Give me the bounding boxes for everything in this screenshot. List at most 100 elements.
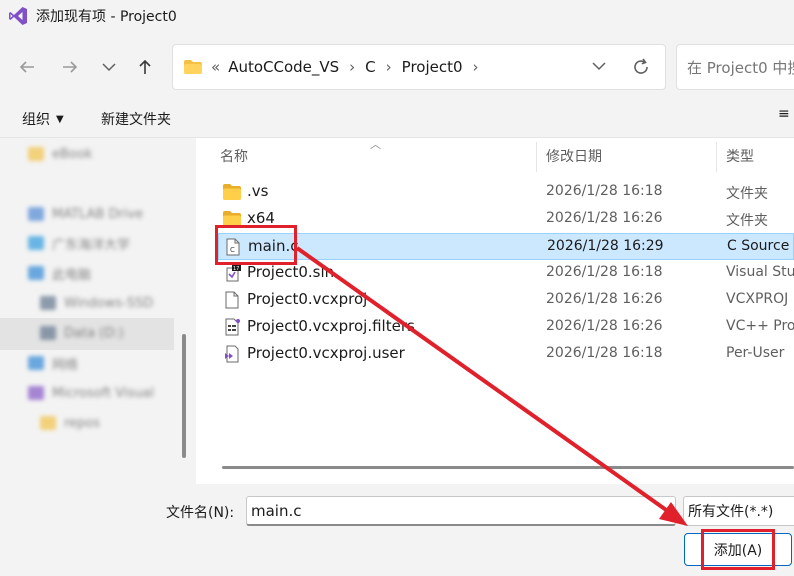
file-name: Project0.vcxproj.filters	[247, 317, 415, 335]
breadcrumb-project0[interactable]: Project0	[402, 58, 463, 76]
column-header-modified[interactable]: 修改日期	[546, 146, 602, 166]
navigation-pane: eBook MATLAB Drive 广东海洋大学 此电脑 Windows-SS…	[0, 138, 196, 484]
folder-icon	[184, 60, 202, 74]
column-header-type[interactable]: 类型	[726, 146, 754, 166]
file-date: 2026/1/28 16:29	[547, 238, 664, 254]
file-type: 文件夹	[726, 186, 768, 202]
filter-value: 所有文件(*.*)	[688, 504, 774, 520]
network-icon	[28, 356, 44, 370]
add-button[interactable]: 添加(A)	[684, 533, 792, 566]
sidebar-item-this-pc[interactable]: 此电脑	[28, 260, 91, 286]
folder-icon	[223, 211, 241, 227]
folder-icon	[28, 147, 44, 161]
cloud-icon	[28, 207, 44, 221]
file-row-vs[interactable]: .vs 2026/1/28 16:18 文件夹	[218, 179, 794, 206]
more-options-icon[interactable]: ≡	[778, 106, 790, 122]
sidebar-item-ebook[interactable]: eBook	[28, 141, 92, 167]
dialog-footer: 文件名(N): main.c 所有文件(*.*) 添加(A)	[0, 484, 794, 576]
cloud-icon	[28, 236, 44, 250]
column-headers: ︿ 名称 修改日期 类型	[196, 138, 794, 174]
address-history-icon[interactable]	[591, 59, 607, 73]
folder-icon	[223, 184, 241, 200]
horizontal-scrollbar[interactable]	[222, 466, 794, 469]
file-date: 2026/1/28 16:26	[546, 318, 663, 334]
visual-studio-icon	[28, 386, 44, 400]
file-name: .vs	[247, 182, 269, 200]
file-date: 2026/1/28 16:18	[546, 183, 663, 199]
sidebar-item-microsoft-visual[interactable]: Microsoft Visual	[28, 380, 154, 406]
file-type: VC++ Pro	[726, 318, 794, 334]
file-date: 2026/1/28 16:26	[546, 210, 663, 226]
search-input[interactable]: 在 Project0 中搜	[676, 44, 794, 90]
file-row-project0-vcxproj-user[interactable]: Project0.vcxproj.user 2026/1/28 16:18 Pe…	[218, 341, 794, 368]
column-header-name[interactable]: 名称	[220, 146, 248, 166]
filename-label: 文件名(N):	[166, 505, 235, 521]
file-type: 文件夹	[726, 213, 768, 229]
title-bar: 添加现有项 - Project0	[0, 0, 794, 32]
search-placeholder: 在 Project0 中搜	[687, 58, 794, 77]
back-button[interactable]	[14, 54, 40, 80]
recent-locations-button[interactable]	[96, 54, 122, 80]
refresh-icon[interactable]	[631, 57, 651, 77]
file-row-project0-sln[interactable]: 17 Project0.sln 2026/1/28 16:18 Visual S…	[218, 260, 794, 287]
file-date: 2026/1/28 16:26	[546, 291, 663, 307]
address-bar[interactable]: « AutoCCode_VS › C › Project0 ›	[172, 44, 666, 90]
file-type: Per-User	[726, 345, 785, 361]
svg-text:17: 17	[233, 266, 239, 272]
svg-text:C: C	[230, 246, 235, 254]
file-name: Project0.vcxproj	[247, 290, 368, 308]
up-button[interactable]	[132, 54, 158, 80]
c-source-file-icon: C	[226, 238, 240, 256]
breadcrumb-separator[interactable]: ›	[349, 58, 355, 76]
command-bar: 组织 ▼ 新建文件夹 ≡	[0, 98, 794, 138]
file-row-project0-vcxproj-filters[interactable]: Project0.vcxproj.filters 2026/1/28 16:26…	[218, 314, 794, 341]
sidebar-item-matlab-drive[interactable]: MATLAB Drive	[28, 201, 143, 227]
file-row-x64[interactable]: x64 2026/1/28 16:26 文件夹	[218, 206, 794, 233]
arrow-left-icon	[19, 61, 34, 73]
filters-file-icon	[225, 318, 240, 336]
computer-icon	[28, 266, 44, 280]
sidebar-item-university[interactable]: 广东海洋大学	[28, 230, 130, 256]
filename-input[interactable]: main.c	[246, 496, 676, 526]
file-name: Project0.sln	[247, 263, 335, 281]
folder-icon	[40, 416, 56, 430]
blank-file-icon	[225, 291, 239, 309]
sidebar-item-data-drive[interactable]: Data (D:)	[40, 320, 124, 346]
filename-value: main.c	[251, 501, 302, 520]
file-type-filter[interactable]: 所有文件(*.*)	[683, 496, 794, 526]
breadcrumb-separator[interactable]: ›	[473, 58, 479, 76]
breadcrumb-c[interactable]: C	[365, 58, 375, 76]
sort-ascending-icon: ︿	[370, 138, 381, 151]
organize-menu-button[interactable]: 组织 ▼	[22, 109, 64, 129]
new-folder-button[interactable]: 新建文件夹	[101, 109, 171, 129]
sidebar-item-repos[interactable]: repos	[40, 410, 100, 436]
file-name: main.c	[248, 237, 299, 255]
column-divider[interactable]	[536, 142, 537, 172]
visual-studio-icon	[9, 7, 27, 25]
sidebar-scrollbar[interactable]	[182, 334, 186, 458]
file-row-main-c[interactable]: C main.c 2026/1/28 16:29 C Source	[218, 233, 794, 260]
breadcrumb-separator[interactable]: ›	[386, 58, 392, 76]
file-date: 2026/1/28 16:18	[546, 264, 663, 280]
file-row-project0-vcxproj[interactable]: Project0.vcxproj 2026/1/28 16:26 VCXPROJ	[218, 287, 794, 314]
drive-icon	[40, 296, 56, 310]
caret-down-icon: ▼	[56, 114, 64, 125]
sidebar-item-windows-ssd[interactable]: Windows-SSD	[40, 290, 153, 316]
vs-user-file-icon	[225, 345, 239, 363]
breadcrumb-overflow[interactable]: «	[211, 58, 220, 76]
file-type: C Source	[727, 238, 790, 254]
arrow-right-icon	[63, 61, 78, 73]
navigation-bar: « AutoCCode_VS › C › Project0 › 在 Projec…	[0, 32, 794, 98]
file-name: x64	[247, 209, 275, 227]
forward-button[interactable]	[57, 54, 83, 80]
window-title: 添加现有项 - Project0	[36, 9, 177, 25]
organize-label: 组织	[22, 112, 50, 128]
column-divider[interactable]	[716, 142, 717, 172]
file-name: Project0.vcxproj.user	[247, 344, 405, 362]
chevron-down-icon	[102, 63, 116, 72]
file-type: Visual Stu	[726, 264, 794, 280]
breadcrumb-autoccode-vs[interactable]: AutoCCode_VS	[228, 58, 339, 76]
file-type: VCXPROJ	[726, 291, 789, 307]
file-list: ︿ 名称 修改日期 类型 .vs 2026/1/28 16:18 文件夹 x64…	[196, 138, 794, 484]
sidebar-item-network[interactable]: 网络	[28, 350, 78, 376]
